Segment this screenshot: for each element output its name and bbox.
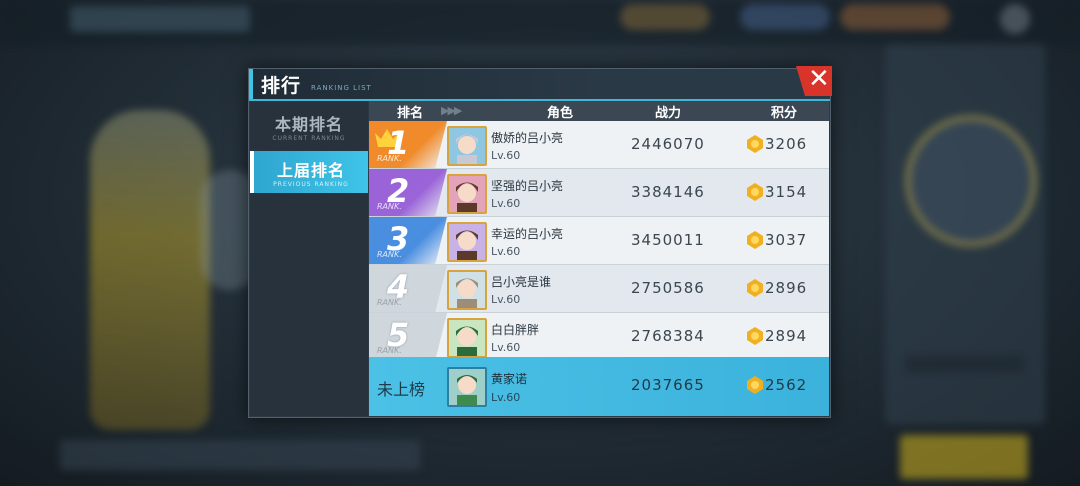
player-score: 2896 <box>765 279 808 297</box>
background-gear-icon <box>1000 4 1030 34</box>
player-level: Lv.60 <box>491 293 521 306</box>
table-row: 2 RANK. 坚强的吕小亮 Lv.60 3384146 3154 <box>369 169 829 217</box>
player-level: Lv.60 <box>491 245 521 258</box>
player-level: Lv.60 <box>491 149 521 162</box>
player-level: Lv.60 <box>491 341 521 354</box>
player-power: 2446070 <box>631 135 705 153</box>
header-rank: 排名 <box>397 106 424 121</box>
medal-icon <box>747 183 763 201</box>
close-icon: ✕ <box>808 64 830 94</box>
player-name: 黄家诺 <box>491 372 528 386</box>
background-back-button <box>70 6 250 32</box>
player-power: 2768384 <box>631 327 705 345</box>
table-row: 3 RANK. 幸运的吕小亮 Lv.60 3450011 3037 <box>369 217 829 265</box>
ranking-sidebar: 本期排名 CURRENT RANKING 上届排名 PREVIOUS RANKI… <box>250 101 368 416</box>
player-power: 2750586 <box>631 279 705 297</box>
player-level: Lv.60 <box>491 197 521 210</box>
rank-tag: RANK. <box>377 250 402 259</box>
header-score: 积分 <box>771 106 798 121</box>
tab-label: 本期排名 <box>274 115 343 134</box>
tab-label: 上届排名 <box>276 161 345 180</box>
avatar <box>447 318 487 358</box>
player-level: Lv.60 <box>491 391 521 404</box>
background-bottom-tabs <box>60 440 420 470</box>
player-power: 2037665 <box>631 376 705 394</box>
avatar <box>447 270 487 310</box>
avatar <box>447 222 487 262</box>
player-score: 2894 <box>765 327 808 345</box>
self-rank-text: 未上榜 <box>377 380 426 399</box>
medal-icon <box>747 231 763 249</box>
player-score: 3206 <box>765 135 808 153</box>
avatar <box>447 367 487 407</box>
background-currency-3 <box>840 4 950 30</box>
background-currency-2 <box>740 4 830 30</box>
modal-subtitle: RANKING LIST <box>311 84 372 92</box>
avatar <box>447 126 487 166</box>
table-row: 5 RANK. 白白胖胖 Lv.60 2768384 2894 <box>369 313 829 361</box>
self-rank-row: 未上榜 黄家诺 Lv.60 2037665 2562 <box>369 357 829 416</box>
background-emblem <box>905 115 1037 247</box>
modal-title: 排行 <box>261 75 302 97</box>
header-role: 角色 <box>547 106 574 121</box>
player-score: 3154 <box>765 183 808 201</box>
rank-tag: RANK. <box>377 346 402 355</box>
table-row: 4 RANK. 吕小亮是谁 Lv.60 2750586 2896 <box>369 265 829 313</box>
player-name: 白白胖胖 <box>491 323 540 337</box>
ranking-modal: 排行 RANKING LIST ✕ 本期排名 CURRENT RANKING 上… <box>248 66 832 418</box>
player-name: 幸运的吕小亮 <box>491 227 564 241</box>
medal-icon <box>747 376 763 394</box>
player-name: 吕小亮是谁 <box>491 275 552 289</box>
rank-tag: RANK. <box>377 202 402 211</box>
background-slot <box>905 355 1025 373</box>
background-character <box>90 110 210 430</box>
rank-tag: RANK. <box>377 154 402 163</box>
table-row: 1 RANK. 傲娇的吕小亮 Lv.60 2446070 3206 <box>369 121 829 169</box>
rank-tag: RANK. <box>377 298 402 307</box>
tab-current-ranking[interactable]: 本期排名 CURRENT RANKING <box>250 105 368 147</box>
table-header: 排名 ▶▶▶ 角色 战力 积分 <box>369 101 829 121</box>
medal-icon <box>747 135 763 153</box>
background-action-button <box>900 435 1028 479</box>
header-power: 战力 <box>655 106 682 121</box>
avatar <box>447 174 487 214</box>
tab-sublabel: PREVIOUS RANKING <box>273 181 349 188</box>
tab-previous-ranking[interactable]: 上届排名 PREVIOUS RANKING <box>250 151 368 193</box>
background-currency-1 <box>620 4 710 30</box>
tab-sublabel: CURRENT RANKING <box>272 135 346 142</box>
header-arrows: ▶▶▶ <box>441 104 462 117</box>
player-name: 坚强的吕小亮 <box>491 179 564 193</box>
modal-title-bar: 排行 RANKING LIST <box>249 69 830 101</box>
player-power: 3450011 <box>631 231 705 249</box>
medal-icon <box>747 279 763 297</box>
medal-icon <box>747 327 763 345</box>
player-power: 3384146 <box>631 183 705 201</box>
player-score: 2562 <box>765 376 808 394</box>
player-score: 3037 <box>765 231 808 249</box>
player-name: 傲娇的吕小亮 <box>491 131 564 145</box>
title-accent <box>249 69 253 99</box>
